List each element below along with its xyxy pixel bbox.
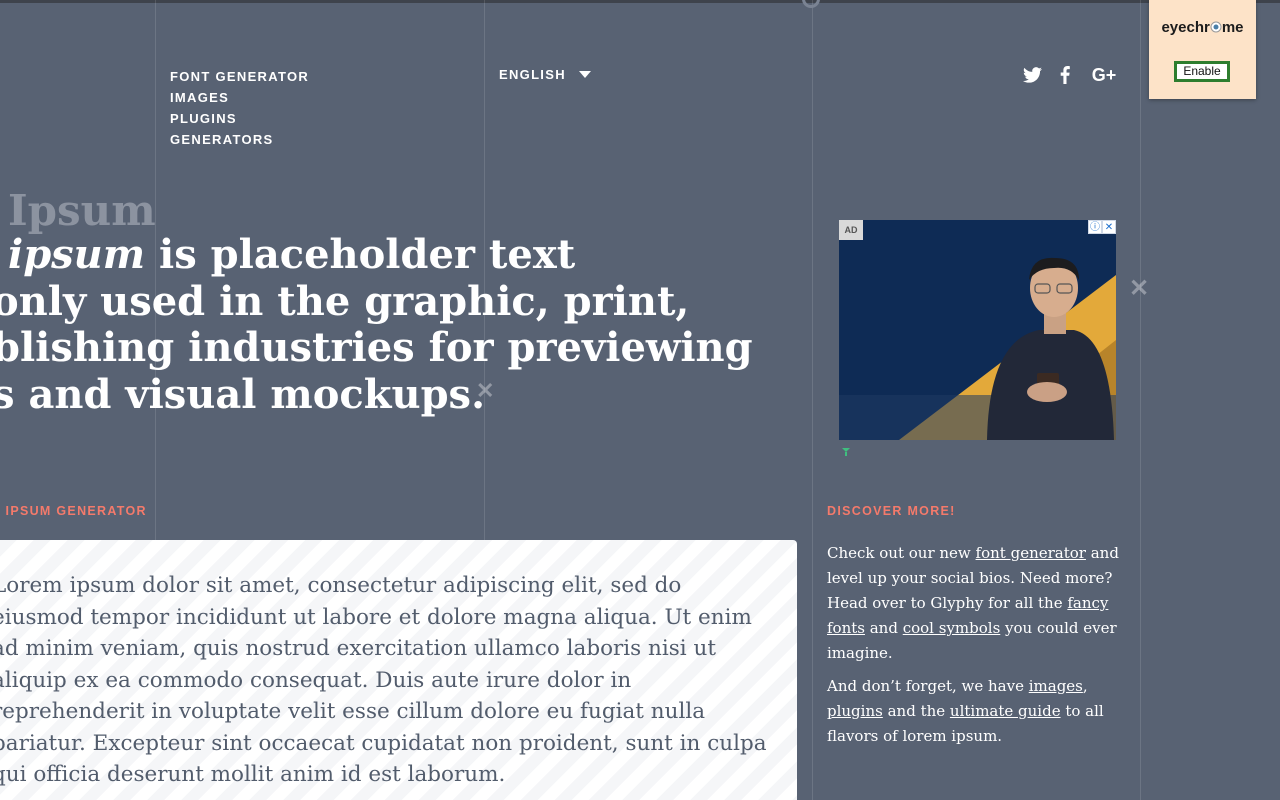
- lorem-line: eiusmod tempor incididunt ut labore et d…: [0, 604, 752, 630]
- twitter-link[interactable]: [1021, 64, 1043, 86]
- faint-close-icon: ✕: [476, 378, 495, 403]
- ad-badge: AD: [839, 220, 863, 240]
- nav-item-images[interactable]: IMAGES: [170, 87, 309, 108]
- grid-line: [1140, 0, 1141, 800]
- enable-button[interactable]: Enable: [1174, 61, 1230, 82]
- twitter-icon: [1022, 67, 1042, 83]
- extension-title-part: me: [1221, 19, 1244, 36]
- discover-paragraph-2: And don’t forget, we have images, plugin…: [827, 674, 1127, 749]
- generator-section-label: I IPSUM GENERATOR: [0, 504, 147, 518]
- text-segment: ,: [1082, 677, 1088, 695]
- language-selector[interactable]: ENGLISH: [499, 66, 591, 82]
- hero-line-4: s and visual mockups.: [0, 370, 485, 418]
- lorem-output-box[interactable]: Lorem ipsum dolor sit amet, consectetur …: [0, 540, 797, 800]
- discover-text: Check out our new font generator and lev…: [827, 541, 1127, 757]
- cool-symbols-link[interactable]: cool symbols: [903, 619, 1001, 637]
- lorem-line: Lorem ipsum dolor sit amet, consectetur …: [0, 573, 682, 598]
- text-segment: And don’t forget, we have: [827, 677, 1029, 695]
- lorem-output-text: Lorem ipsum dolor sit amet, consectetur …: [0, 570, 772, 791]
- discover-section-label: DISCOVER MORE!: [827, 504, 956, 518]
- main-nav: FONT GENERATOR IMAGES PLUGINS GENERATORS: [170, 66, 309, 150]
- extension-title: eyechr me: [1149, 19, 1256, 36]
- scroll-indicator-icon: [802, 0, 820, 8]
- hero-line-1: ipsum is placeholder text: [8, 231, 820, 279]
- lorem-line: qui officia deserunt mollit anim id est …: [0, 762, 506, 787]
- top-border: [0, 0, 1280, 3]
- nav-item-generators[interactable]: GENERATORS: [170, 129, 309, 150]
- lorem-line: ad minim veniam, quis nostrud exercitati…: [0, 636, 716, 661]
- text-segment: and: [864, 619, 903, 637]
- google-plus-link[interactable]: G+: [1090, 64, 1118, 86]
- font-generator-link[interactable]: font generator: [976, 544, 1086, 562]
- nav-item-font-generator[interactable]: FONT GENERATOR: [170, 66, 309, 87]
- lorem-line: pariatur. Excepteur sint occaecat cupida…: [0, 730, 767, 756]
- ad-info-icon[interactable]: ⓘ: [1088, 220, 1102, 234]
- advertisement[interactable]: AD ⓘ ✕: [839, 220, 1116, 440]
- hero-line-3: blishing industries for previewing: [0, 324, 753, 371]
- discover-paragraph-1: Check out our new font generator and lev…: [827, 541, 1127, 666]
- text-segment: Check out our new: [827, 544, 976, 562]
- ad-choices-icon[interactable]: [841, 444, 851, 462]
- hero-ghost-heading: Ipsum: [8, 186, 156, 235]
- eyechrome-extension-popup: eyechr me Enable: [1149, 0, 1256, 99]
- ad-dismiss-icon[interactable]: ✕: [1129, 274, 1149, 303]
- hero-line-1-text: is placeholder text: [145, 231, 576, 278]
- ad-image: [839, 220, 1116, 440]
- hero-line-2: only used in the graphic, print,: [0, 277, 690, 325]
- eye-icon: [1210, 21, 1222, 33]
- images-link[interactable]: images: [1029, 677, 1083, 695]
- ad-controls: ⓘ ✕: [1088, 220, 1116, 234]
- text-segment: and the: [882, 702, 950, 720]
- ultimate-guide-link[interactable]: ultimate guide: [950, 702, 1061, 720]
- hero-heading: ipsum is placeholder text only used in t…: [0, 231, 820, 418]
- chevron-down-icon: [578, 70, 591, 78]
- plugins-link[interactable]: plugins: [827, 702, 883, 720]
- hero-italic-word: ipsum: [8, 231, 146, 278]
- lorem-line: reprehenderit in voluptate velit esse ci…: [0, 699, 706, 724]
- facebook-link[interactable]: [1058, 64, 1072, 86]
- lorem-line: aliquip ex ea commodo consequat. Duis au…: [0, 667, 632, 693]
- ad-close-icon[interactable]: ✕: [1102, 220, 1116, 234]
- language-label: ENGLISH: [499, 66, 566, 82]
- nav-item-plugins[interactable]: PLUGINS: [170, 108, 309, 129]
- facebook-icon: [1060, 66, 1070, 84]
- extension-title-part: eyechr: [1161, 19, 1210, 36]
- google-plus-icon: G+: [1091, 64, 1117, 85]
